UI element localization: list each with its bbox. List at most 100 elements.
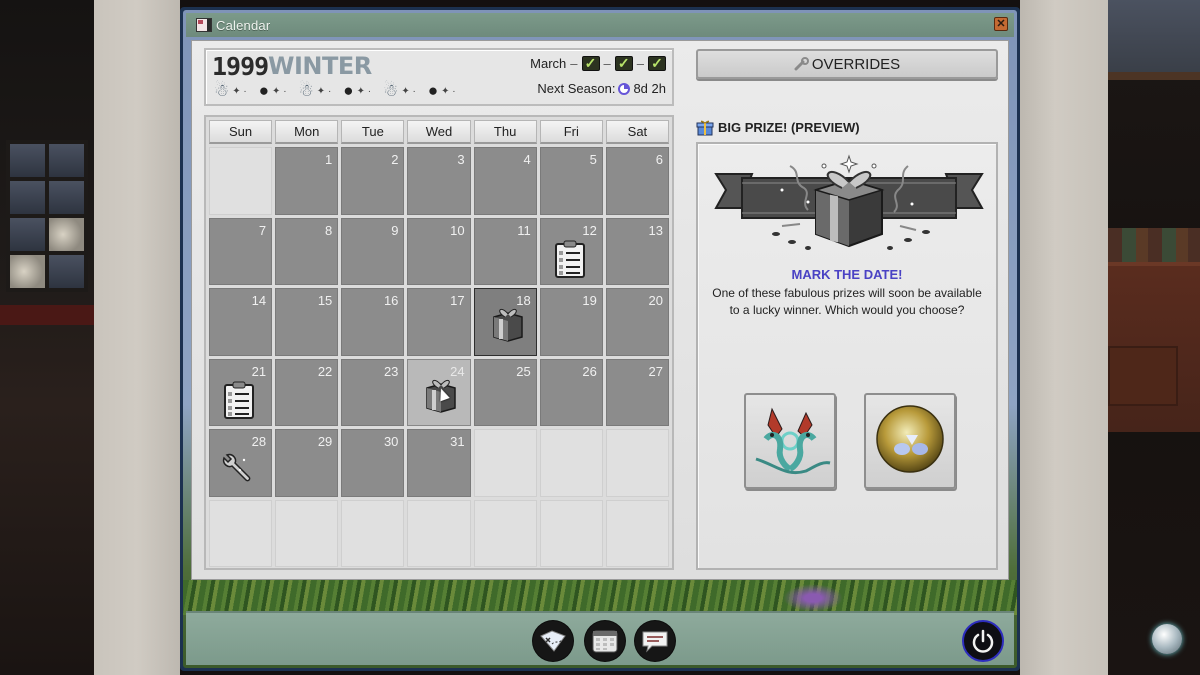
- calendar-empty-cell: [209, 147, 273, 215]
- next-season: Next Season: 8d 2h: [537, 81, 666, 96]
- calendar-day-3[interactable]: 3: [407, 147, 471, 215]
- calendar-day-7[interactable]: 7: [209, 217, 273, 285]
- day-number: 30: [383, 434, 399, 449]
- weekday-label: Fri: [539, 120, 603, 144]
- computer-monitor: Calendar ✕ 1999 WINTER ☃ ✦ · ● ✦ · ☃ ✦ · ● ✦ · ☃…: [180, 7, 1020, 671]
- prize-title: MARK THE DATE!: [791, 267, 903, 282]
- week-check-icon: ✓: [614, 56, 633, 71]
- calendar-day-31[interactable]: 31: [407, 429, 471, 497]
- calendar-empty-cell: [407, 499, 471, 567]
- calendar-day-10[interactable]: 10: [407, 217, 471, 285]
- penguin-icon: ● ✦ ·: [428, 81, 456, 101]
- day-number: 29: [317, 434, 333, 449]
- overrides-button[interactable]: OVERRIDES: [696, 49, 998, 79]
- companion-orb-icon[interactable]: [1152, 624, 1182, 654]
- day-number: 8: [325, 222, 333, 238]
- desktop-screen: Calendar ✕ 1999 WINTER ☃ ✦ · ● ✦ · ☃ ✦ · ● ✦ · ☃…: [183, 10, 1017, 668]
- wrench-icon: [218, 448, 252, 488]
- calendar-day-29[interactable]: 29: [275, 429, 339, 497]
- calendar-app-icon: [196, 18, 212, 32]
- calendar-day-4[interactable]: 4: [473, 147, 537, 215]
- calendar-day-24[interactable]: 24: [407, 358, 471, 426]
- day-number: 5: [589, 152, 597, 167]
- calendar-day-30[interactable]: 30: [341, 429, 405, 497]
- day-number: 19: [582, 293, 597, 308]
- week-check-icon: ✓: [581, 56, 600, 71]
- weekday-header: Sun Mon Tue Wed Thu Fri Sat: [209, 120, 669, 144]
- taskbar-app-planner[interactable]: [533, 621, 573, 661]
- calendar-day-27[interactable]: 27: [605, 358, 669, 426]
- day-number: 16: [383, 293, 399, 308]
- calendar-day-11[interactable]: 11: [473, 217, 537, 285]
- snowman-icon: ☃ ✦ ·: [383, 81, 416, 101]
- day-number: 22: [317, 363, 333, 379]
- calendar-day-16[interactable]: 16: [341, 288, 405, 356]
- calendar-day-22[interactable]: 22: [275, 358, 339, 426]
- calendar-empty-cell: [473, 429, 537, 497]
- calendar-day-25[interactable]: 25: [473, 358, 537, 426]
- snowflake-icon: ✦ ·: [232, 85, 247, 97]
- calendar-grid: Sun Mon Tue Wed Thu Fri Sat 1 2 3 4 5 6 7 8 9 10 1…: [204, 115, 674, 570]
- calendar-day-19[interactable]: 19: [539, 288, 603, 356]
- calendar-empty-cell: [275, 499, 339, 567]
- snowman-icon: ☃ ✦ ·: [214, 81, 247, 101]
- calendar-day-21[interactable]: 21: [209, 358, 273, 426]
- power-button[interactable]: [962, 620, 1004, 662]
- snowflake-icon: ✦ ·: [401, 85, 416, 97]
- gift-icon: [696, 120, 714, 136]
- calendar-day-20[interactable]: 20: [605, 288, 669, 356]
- window-titlebar[interactable]: Calendar ✕: [186, 13, 1014, 37]
- calendar-day-13[interactable]: 13: [605, 217, 669, 285]
- prize-heading-text: BIG PRIZE! (PREVIEW): [718, 120, 860, 135]
- penguin-icon: ● ✦ ·: [259, 81, 287, 101]
- close-button[interactable]: ✕: [994, 17, 1008, 31]
- room-window: [6, 140, 88, 292]
- penguin-glyph: ●: [427, 81, 439, 100]
- snowman-glyph: ☃: [383, 81, 399, 100]
- dragon-wings-icon: [755, 407, 831, 474]
- day-number: 31: [450, 434, 465, 449]
- snowman-glyph: ☃: [214, 81, 230, 100]
- calendar-day-23[interactable]: 23: [341, 358, 405, 426]
- calendar-day-17[interactable]: 17: [407, 288, 471, 356]
- calendar-day-15[interactable]: 15: [275, 288, 339, 356]
- separator: –: [636, 56, 644, 71]
- calendar-day-18[interactable]: 18: [473, 288, 537, 356]
- calendar-day-26[interactable]: 26: [539, 358, 603, 426]
- weekday-label: Sun: [209, 120, 273, 144]
- next-season-label: Next Season:: [537, 81, 616, 96]
- prize-option-2[interactable]: [864, 393, 956, 489]
- calendar-day-8[interactable]: 8: [275, 217, 339, 285]
- day-number: 10: [450, 222, 465, 238]
- taskbar: [186, 611, 1014, 665]
- clock-icon: [618, 82, 631, 95]
- calendar-day-12[interactable]: 12: [539, 217, 603, 285]
- weekday-label: Sat: [605, 120, 669, 144]
- taskbar-app-calendar[interactable]: [585, 621, 625, 661]
- calendar-day-14[interactable]: 14: [209, 288, 273, 356]
- calendar-day-6[interactable]: 6: [605, 147, 669, 215]
- bookshelf: [1108, 228, 1200, 264]
- prize-banner-gift-icon: [714, 154, 984, 250]
- day-number: 27: [648, 363, 663, 379]
- calendar-icon: [592, 630, 618, 653]
- calendar-day-5[interactable]: 5: [539, 147, 603, 215]
- day-number: 3: [457, 152, 465, 167]
- wooden-desk: [1108, 262, 1200, 432]
- calendar-empty-cell: [209, 499, 273, 567]
- calendar-day-28[interactable]: 28: [209, 429, 273, 497]
- penguin-glyph: ●: [258, 81, 270, 100]
- calendar-day-9[interactable]: 9: [341, 217, 405, 285]
- taskbar-app-chat[interactable]: [635, 621, 675, 661]
- calendar-day-1[interactable]: 1: [275, 147, 339, 215]
- day-number: 2: [391, 152, 399, 167]
- day-number: 28: [251, 434, 267, 449]
- prize-option-1[interactable]: [744, 393, 836, 489]
- weekday-label: Tue: [341, 120, 405, 144]
- week-check-icon: ✓: [648, 56, 666, 71]
- day-number: 15: [317, 293, 333, 308]
- calendar-empty-cell: [605, 499, 669, 567]
- calendar-day-2[interactable]: 2: [341, 147, 405, 215]
- clipboard-checklist-icon: [553, 239, 587, 279]
- golden-orb-icon: [876, 405, 944, 473]
